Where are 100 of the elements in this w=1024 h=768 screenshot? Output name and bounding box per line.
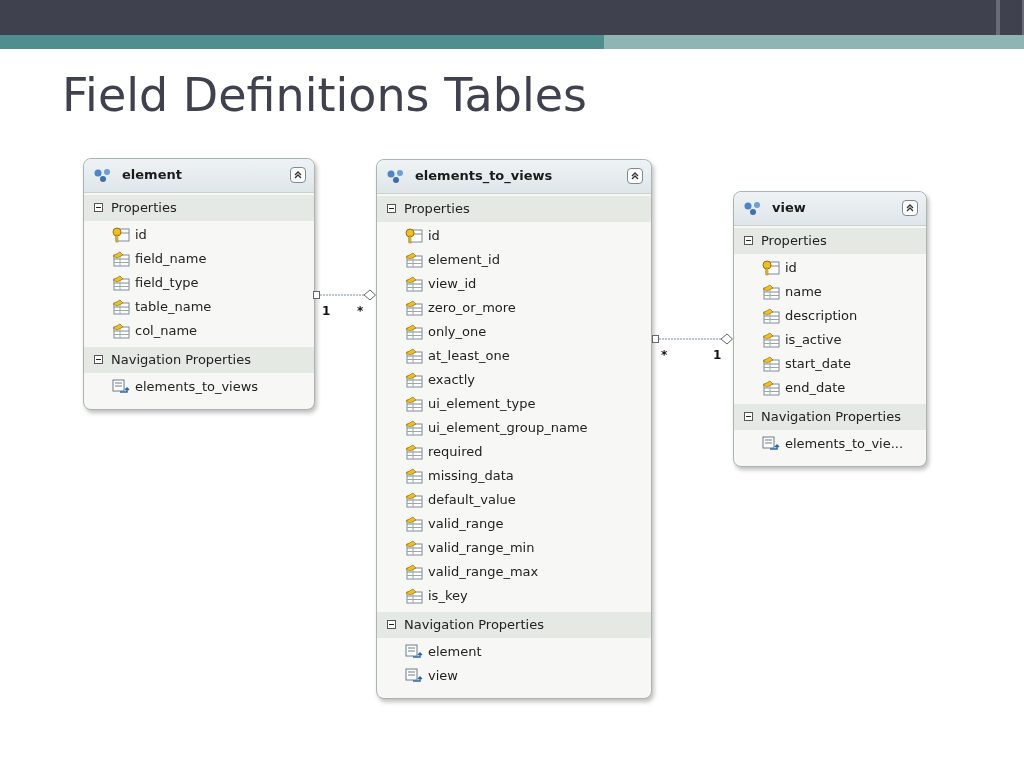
property-icon bbox=[405, 395, 423, 412]
property-name: ui_element_group_name bbox=[428, 418, 588, 437]
property-name: field_name bbox=[135, 249, 207, 268]
property-row[interactable]: id bbox=[112, 222, 314, 247]
entity-card[interactable]: element Properties id field_name field_type table_name col_name Navigation Properties elements_to_views bbox=[83, 157, 315, 410]
property-icon bbox=[762, 355, 780, 372]
property-row[interactable]: default_value bbox=[405, 487, 651, 512]
property-icon bbox=[762, 379, 780, 396]
property-row[interactable]: valid_range bbox=[405, 511, 651, 536]
property-row[interactable]: zero_or_more bbox=[405, 295, 651, 320]
property-row[interactable]: element bbox=[405, 639, 651, 664]
collapse-button[interactable] bbox=[902, 200, 918, 216]
property-name: required bbox=[428, 442, 483, 461]
property-icon bbox=[112, 298, 130, 315]
property-name: ui_element_type bbox=[428, 394, 536, 413]
property-row[interactable]: name bbox=[762, 279, 926, 304]
property-icon bbox=[112, 322, 130, 339]
property-row[interactable]: only_one bbox=[405, 319, 651, 344]
section-label: Properties bbox=[404, 199, 470, 218]
property-icon bbox=[405, 491, 423, 508]
property-row[interactable]: table_name bbox=[112, 294, 314, 319]
key-icon bbox=[112, 226, 130, 243]
chevrons-up-icon bbox=[630, 171, 640, 181]
property-row[interactable]: ui_element_type bbox=[405, 391, 651, 416]
property-row[interactable]: elements_to_vie... bbox=[762, 431, 926, 456]
property-name: table_name bbox=[135, 297, 212, 316]
collapse-toggle[interactable] bbox=[387, 620, 396, 629]
property-name: start_date bbox=[785, 354, 852, 373]
property-row[interactable]: valid_range_max bbox=[405, 559, 651, 584]
section-header[interactable]: Properties bbox=[377, 195, 651, 222]
property-row[interactable]: valid_range_min bbox=[405, 535, 651, 560]
section-label: Navigation Properties bbox=[404, 615, 544, 634]
section-header[interactable]: Navigation Properties bbox=[84, 346, 314, 373]
collapse-toggle[interactable] bbox=[94, 203, 103, 212]
property-row[interactable]: description bbox=[762, 303, 926, 328]
property-row[interactable]: is_key bbox=[405, 583, 651, 608]
key-icon bbox=[762, 259, 780, 276]
collapse-toggle[interactable] bbox=[744, 412, 753, 421]
slide-title: Field Definitions Tables bbox=[62, 67, 589, 124]
property-row[interactable]: view bbox=[405, 663, 651, 688]
collapse-button[interactable] bbox=[290, 167, 306, 183]
property-icon bbox=[405, 347, 423, 364]
section-label: Properties bbox=[761, 231, 827, 250]
property-row[interactable]: is_active bbox=[762, 327, 926, 352]
section-header[interactable]: Properties bbox=[84, 194, 314, 221]
property-name: col_name bbox=[135, 321, 198, 340]
navigation-icon bbox=[405, 667, 423, 684]
collapse-toggle[interactable] bbox=[744, 236, 753, 245]
property-row[interactable]: start_date bbox=[762, 351, 926, 376]
collapse-toggle[interactable] bbox=[94, 355, 103, 364]
property-row[interactable]: field_type bbox=[112, 270, 314, 295]
entity-name: view bbox=[772, 199, 807, 218]
property-name: valid_range bbox=[428, 514, 504, 533]
property-row[interactable]: missing_data bbox=[405, 463, 651, 488]
property-row[interactable]: at_least_one bbox=[405, 343, 651, 368]
property-row[interactable]: view_id bbox=[405, 271, 651, 296]
navigation-icon bbox=[762, 435, 780, 452]
property-icon bbox=[405, 419, 423, 436]
property-row[interactable]: id bbox=[405, 223, 651, 248]
property-name: id bbox=[135, 225, 147, 244]
association-line bbox=[313, 288, 376, 301]
navigation-icon bbox=[405, 643, 423, 660]
property-icon bbox=[405, 443, 423, 460]
section-header[interactable]: Properties bbox=[734, 227, 926, 254]
property-row[interactable]: elements_to_views bbox=[112, 374, 314, 399]
property-row[interactable]: field_name bbox=[112, 246, 314, 271]
entity-card[interactable]: view Properties id name description is_active start_date end_date Navigation Properties elements_to_vie... bbox=[733, 190, 927, 467]
property-name: exactly bbox=[428, 370, 475, 389]
property-row[interactable]: required bbox=[405, 439, 651, 464]
property-icon bbox=[762, 307, 780, 324]
section-header[interactable]: Navigation Properties bbox=[377, 611, 651, 638]
collapse-button[interactable] bbox=[627, 168, 643, 184]
collapse-toggle[interactable] bbox=[387, 204, 396, 213]
property-row[interactable]: ui_element_group_name bbox=[405, 415, 651, 440]
property-row[interactable]: end_date bbox=[762, 375, 926, 400]
property-icon bbox=[405, 371, 423, 388]
property-name: view bbox=[428, 666, 458, 685]
entity-card[interactable] bbox=[376, 158, 652, 699]
property-row[interactable]: col_name bbox=[112, 318, 314, 343]
property-name: element_id bbox=[428, 250, 500, 269]
property-name: end_date bbox=[785, 378, 846, 397]
property-name: id bbox=[428, 226, 440, 245]
property-name: view_id bbox=[428, 274, 477, 293]
property-row[interactable]: element_id bbox=[405, 247, 651, 272]
property-icon bbox=[405, 467, 423, 484]
property-icon bbox=[405, 323, 423, 340]
chevrons-up-icon bbox=[293, 170, 303, 180]
property-name: elements_to_views bbox=[135, 377, 259, 396]
property-row[interactable]: id bbox=[762, 255, 926, 280]
multiplicity-label: 1 bbox=[713, 346, 722, 364]
property-name: zero_or_more bbox=[428, 298, 516, 317]
multiplicity-label: * bbox=[357, 302, 364, 320]
property-name: element bbox=[428, 642, 482, 661]
property-name: elements_to_vie... bbox=[785, 434, 904, 453]
property-row[interactable]: exactly bbox=[405, 367, 651, 392]
property-name: at_least_one bbox=[428, 346, 510, 365]
property-icon bbox=[112, 274, 130, 291]
property-icon bbox=[405, 251, 423, 268]
property-icon bbox=[405, 539, 423, 556]
section-header[interactable]: Navigation Properties bbox=[734, 403, 926, 430]
